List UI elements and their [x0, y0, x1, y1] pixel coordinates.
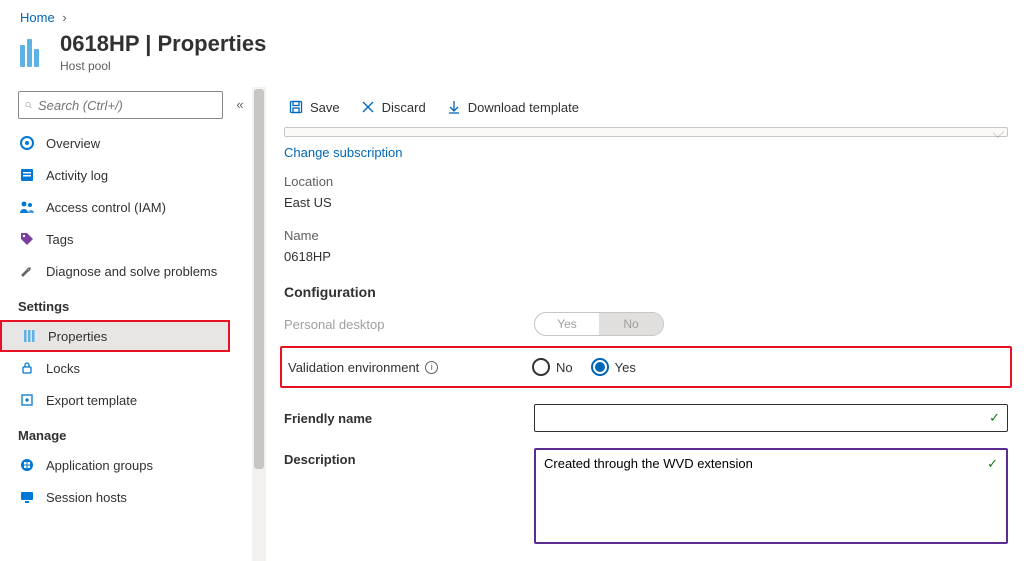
sidebar-item-activity-log[interactable]: Activity log [0, 159, 228, 191]
save-icon [288, 99, 304, 115]
sidebar-item-label: Tags [46, 232, 73, 247]
configuration-header: Configuration [284, 284, 1012, 300]
personal-desktop-label: Personal desktop [284, 317, 534, 332]
sidebar-scrollbar[interactable] [252, 87, 266, 561]
sidebar-item-tags[interactable]: Tags [0, 223, 228, 255]
checkmark-icon: ✓ [989, 410, 1000, 426]
sidebar-item-session-hosts[interactable]: Session hosts [0, 481, 228, 513]
subscription-field-collapsed[interactable] [284, 127, 1008, 137]
sidebar-item-application-groups[interactable]: Application groups [0, 449, 228, 481]
sidebar-item-diagnose[interactable]: Diagnose and solve problems [0, 255, 228, 287]
main-content: Save Discard Download template Change su… [274, 87, 1024, 561]
collapse-sidebar-button[interactable]: « [228, 87, 252, 561]
validation-environment-label: Validation environment [288, 360, 419, 375]
page-header: 0618HP | Properties Host pool [0, 25, 1024, 87]
discard-icon [360, 99, 376, 115]
info-icon[interactable]: i [425, 361, 438, 374]
name-label: Name [284, 228, 1008, 243]
sidebar-item-label: Overview [46, 136, 100, 151]
export-icon [18, 391, 36, 409]
breadcrumb-home[interactable]: Home [20, 10, 55, 25]
download-template-button[interactable]: Download template [446, 99, 579, 115]
sidebar-item-label: Properties [48, 329, 107, 344]
download-icon [446, 99, 462, 115]
sidebar-item-label: Activity log [46, 168, 108, 183]
validation-radio-yes[interactable]: Yes [591, 358, 636, 376]
hostpool-icon [20, 37, 50, 67]
sidebar-section-settings: Settings [0, 287, 228, 320]
discard-label: Discard [382, 100, 426, 115]
page-title: 0618HP | Properties [60, 31, 266, 57]
activity-log-icon [18, 166, 36, 184]
sidebar-search[interactable] [18, 91, 223, 119]
sidebar-section-manage: Manage [0, 416, 228, 449]
sidebar-item-label: Export template [46, 393, 137, 408]
sidebar-item-iam[interactable]: Access control (IAM) [0, 191, 228, 223]
sidebar-item-label: Diagnose and solve problems [46, 264, 217, 279]
sidebar-item-label: Access control (IAM) [46, 200, 166, 215]
people-icon [18, 198, 36, 216]
wrench-icon [18, 262, 36, 280]
radio-yes-label: Yes [615, 360, 636, 375]
sidebar-item-label: Session hosts [46, 490, 127, 505]
friendly-name-label: Friendly name [284, 411, 372, 426]
personal-desktop-toggle: Yes No [534, 312, 664, 336]
sidebar-item-label: Locks [46, 361, 80, 376]
sidebar-item-locks[interactable]: Locks [0, 352, 228, 384]
radio-no-label: No [556, 360, 573, 375]
lock-icon [18, 359, 36, 377]
toggle-yes: Yes [535, 313, 599, 335]
description-textarea[interactable] [534, 448, 1008, 544]
search-icon [25, 98, 32, 112]
overview-icon [18, 134, 36, 152]
breadcrumb: Home › [0, 0, 1024, 25]
chevron-right-icon: › [62, 10, 66, 25]
app-groups-icon [18, 456, 36, 474]
sidebar-item-label: Application groups [46, 458, 153, 473]
location-label: Location [284, 174, 1008, 189]
validation-radio-no[interactable]: No [532, 358, 573, 376]
validation-environment-row: Validation environment i No Yes [280, 346, 1012, 388]
properties-icon [20, 327, 38, 345]
discard-button[interactable]: Discard [360, 99, 426, 115]
save-button[interactable]: Save [288, 99, 340, 115]
page-subtitle: Host pool [60, 59, 266, 73]
name-value: 0618HP [284, 249, 1008, 264]
tag-icon [18, 230, 36, 248]
description-label: Description [284, 452, 356, 467]
change-subscription-link[interactable]: Change subscription [280, 141, 407, 170]
friendly-name-input[interactable] [534, 404, 1008, 432]
checkmark-icon: ✓ [987, 456, 998, 472]
download-label: Download template [468, 100, 579, 115]
session-hosts-icon [18, 488, 36, 506]
sidebar-item-properties[interactable]: Properties [0, 320, 230, 352]
search-input[interactable] [38, 98, 216, 113]
save-label: Save [310, 100, 340, 115]
sidebar-item-export-template[interactable]: Export template [0, 384, 228, 416]
sidebar: Overview Activity log Access control (IA… [0, 87, 228, 561]
command-bar: Save Discard Download template [280, 87, 1012, 127]
toggle-no: No [599, 313, 663, 335]
location-value: East US [284, 195, 1008, 210]
sidebar-item-overview[interactable]: Overview [0, 127, 228, 159]
